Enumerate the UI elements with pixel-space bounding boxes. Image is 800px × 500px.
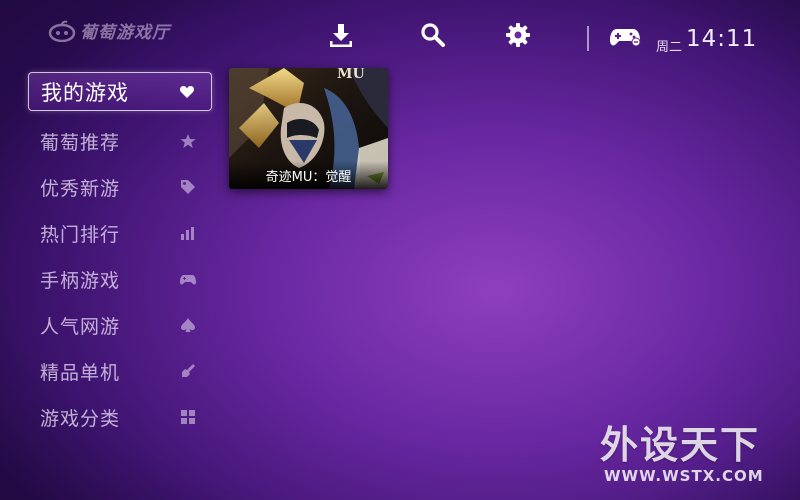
tag-icon [180, 179, 196, 195]
watermark-url: WWW.WSTX.COM [604, 467, 764, 485]
sidebar-item-label: 热门排行 [40, 223, 121, 246]
settings-button[interactable] [503, 20, 533, 50]
grape-logo-icon [48, 20, 76, 42]
download-button[interactable] [326, 20, 356, 50]
sidebar-item-single-player[interactable]: 精品单机 [28, 348, 212, 394]
spade-icon [180, 317, 196, 333]
sidebar-item-label: 人气网游 [40, 315, 121, 338]
watermark-cn: 外设天下 [600, 423, 761, 467]
bar-chart-icon [180, 225, 196, 241]
sidebar-item-new-games[interactable]: 优秀新游 [28, 164, 212, 210]
sidebar-item-label: 我的游戏 [41, 80, 129, 105]
wrench-icon [180, 363, 196, 379]
category-sidebar: 我的游戏 葡萄推荐 优秀新游 热门排行 手柄游戏 人气网游 精品单机 游戏分类 [28, 72, 212, 440]
sidebar-item-label: 游戏分类 [40, 407, 121, 430]
sidebar-item-hot-ranking[interactable]: 热门排行 [28, 210, 212, 256]
weekday-label: 周二 [656, 40, 683, 55]
gamepad-icon [180, 271, 196, 287]
sidebar-item-online-games[interactable]: 人气网游 [28, 302, 212, 348]
cover-logo-text: MU [337, 68, 365, 82]
header-divider [587, 26, 589, 51]
gear-icon [506, 23, 530, 47]
site-watermark: 外设天下 WWW.WSTX.COM [600, 414, 790, 485]
sidebar-item-label: 精品单机 [40, 361, 121, 384]
sidebar-item-gamepad-games[interactable]: 手柄游戏 [28, 256, 212, 302]
search-icon [421, 23, 445, 47]
gamepad-icon [610, 29, 641, 47]
clock: 14:11 [686, 26, 758, 52]
game-tile[interactable]: MU 奇迹MU：觉醒 [229, 68, 388, 189]
sidebar-item-label: 优秀新游 [40, 177, 121, 200]
controller-status-button[interactable] [608, 22, 642, 52]
star-icon [180, 133, 196, 149]
sidebar-item-recommended[interactable]: 葡萄推荐 [28, 118, 212, 164]
sidebar-item-label: 手柄游戏 [40, 269, 121, 292]
sidebar-item-categories[interactable]: 游戏分类 [28, 394, 212, 440]
sidebar-item-label: 葡萄推荐 [40, 131, 121, 154]
download-icon [330, 24, 352, 47]
heart-icon [179, 84, 195, 100]
grid-icon [180, 409, 196, 425]
app-name: 葡萄游戏厅 [80, 23, 170, 43]
app-logo: 葡萄游戏厅 [48, 18, 170, 43]
search-button[interactable] [418, 20, 448, 50]
sidebar-item-my-games[interactable]: 我的游戏 [28, 72, 212, 111]
game-title: 奇迹MU：觉醒 [229, 161, 388, 189]
